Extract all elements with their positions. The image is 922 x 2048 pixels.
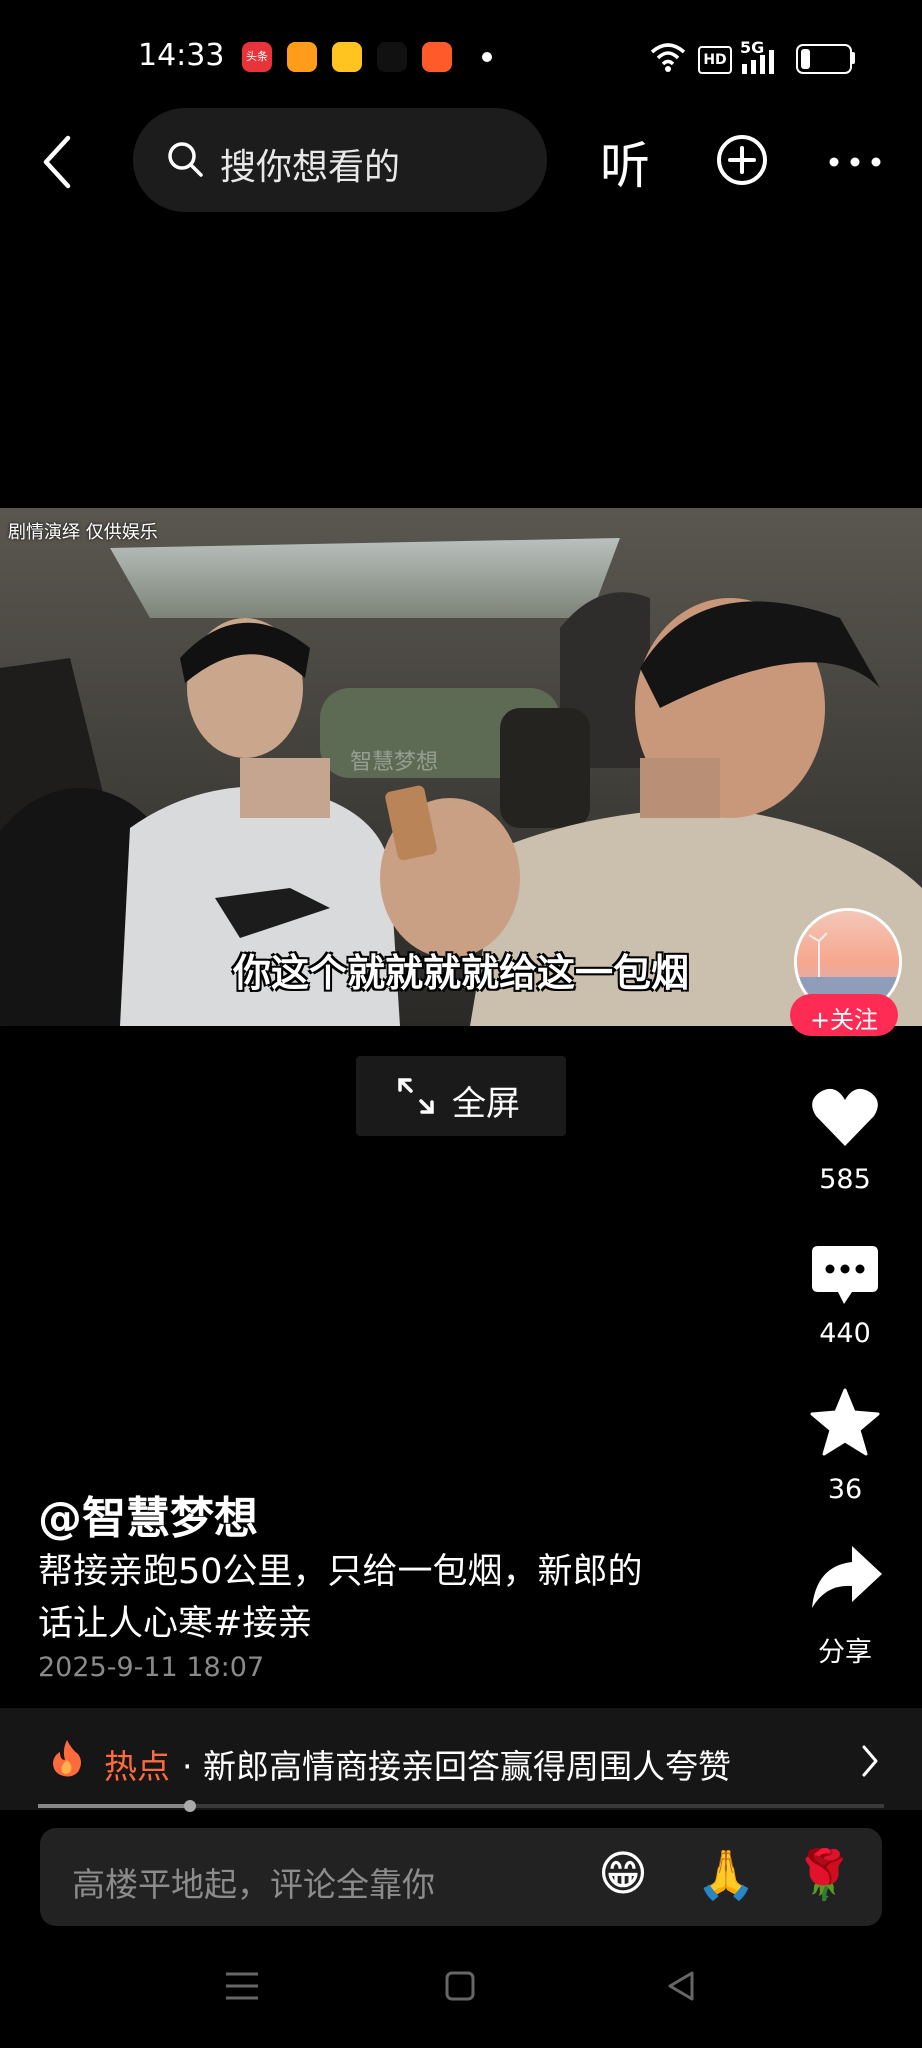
home-nav-icon[interactable] <box>444 1970 476 2002</box>
search-icon <box>168 142 203 177</box>
expand-icon <box>398 1078 434 1114</box>
caption-line: 帮接亲跑50公里，只给一包烟，新郎的 <box>38 1552 643 1592</box>
progress-knob[interactable] <box>184 1800 197 1812</box>
like-button[interactable] <box>810 1086 880 1148</box>
status-time: 14:33 <box>138 38 225 73</box>
caption-line: 话让人心寒#接亲 <box>38 1604 313 1644</box>
like-count: 585 <box>819 1164 871 1195</box>
back-button[interactable] <box>34 132 84 192</box>
chevron-right-icon <box>862 1745 878 1777</box>
back-nav-icon[interactable] <box>666 1970 698 2002</box>
fullscreen-label: 全屏 <box>452 1084 520 1124</box>
menu-nav-icon[interactable] <box>224 1970 260 2002</box>
share-label: 分享 <box>818 1637 872 1668</box>
listen-button[interactable]: 听 <box>600 126 650 198</box>
battery-icon <box>796 44 852 74</box>
wifi-icon <box>650 43 686 72</box>
favorite-button[interactable] <box>810 1388 880 1456</box>
battery-tip <box>851 52 855 64</box>
video-watermark: 智慧梦想 <box>350 750 439 775</box>
author-name[interactable]: @智慧梦想 <box>38 1482 258 1546</box>
comment-button[interactable] <box>810 1244 880 1306</box>
diamond-app-icon <box>332 42 362 72</box>
follow-label: +关注 <box>809 1006 879 1034</box>
video-subtitle: 你这个就就就就给这一包烟 <box>232 951 689 995</box>
search-placeholder: 搜你想看的 <box>220 147 401 188</box>
emoji-rose-button[interactable]: 🌹 <box>794 1846 854 1903</box>
hot-topic-text: · 新郎高情商接亲回答赢得周围人夸赞 <box>182 1747 731 1786</box>
video-caption: 帮接亲跑50公里，只给一包烟，新郎的 话让人心寒#接亲 <box>38 1546 738 1650</box>
share-button[interactable] <box>810 1544 884 1610</box>
hd-badge: HD <box>698 46 732 74</box>
signal-icon <box>742 50 774 74</box>
toutiao-icon: 头条 <box>242 42 272 72</box>
progress-fill <box>38 1804 191 1808</box>
video-app-icon <box>287 42 317 72</box>
video-disclaimer-label: 剧情演绎 仅供娱乐 <box>8 522 158 543</box>
favorite-count: 36 <box>827 1474 863 1505</box>
hot-label: 热点 <box>104 1747 170 1786</box>
emoji-grin-button[interactable]: 😁 <box>598 1846 648 1902</box>
comment-count: 440 <box>819 1318 871 1349</box>
tiktok-icon <box>377 42 407 72</box>
post-timestamp: 2025-9-11 18:07 <box>38 1652 265 1683</box>
add-button[interactable] <box>716 134 768 186</box>
emoji-pray-button[interactable]: 🙏 <box>696 1846 756 1903</box>
comment-placeholder: 高楼平地起，评论全靠你 <box>72 1865 435 1904</box>
play-app-icon <box>422 42 452 72</box>
more-options-button[interactable] <box>828 150 882 174</box>
notification-dot <box>482 52 492 62</box>
fire-icon <box>53 1740 81 1777</box>
